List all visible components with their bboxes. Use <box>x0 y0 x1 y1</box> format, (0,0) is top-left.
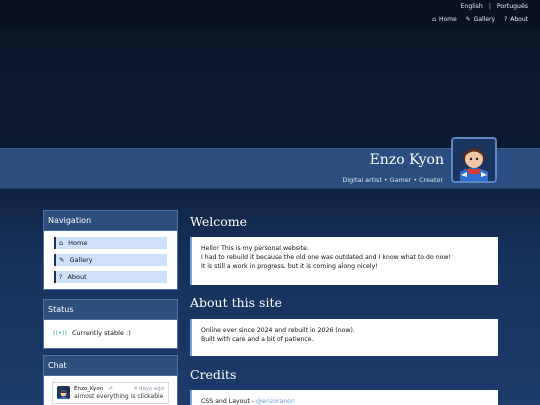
about-title: About this site <box>190 295 282 310</box>
link-icon: ⇗ <box>108 386 113 392</box>
top-nav: ⌂ Home ✎ Gallery ? About <box>432 16 528 23</box>
chat-username[interactable]: Enzo_Kyon <box>74 386 103 392</box>
chat-message: Enzo_Kyon ⇗ 4 days ago almost everything… <box>52 382 169 404</box>
credits-title: Credits <box>190 367 237 382</box>
top-nav-home[interactable]: ⌂ Home <box>432 16 457 23</box>
chat-title: Chat <box>44 356 177 376</box>
about-card: Online ever since 2024 and rebuilt in 20… <box>190 319 498 356</box>
credits-card: CSS and Layout - @enzoranon <box>190 390 498 405</box>
site-subtitle: Digital artist • Gamer • Creator <box>342 176 443 184</box>
sidebar-item-label: Home <box>68 239 88 247</box>
status-title: Status <box>44 300 177 320</box>
status-text: Currently stable :) <box>71 329 131 337</box>
top-nav-home-label: Home <box>438 16 457 23</box>
question-icon: ? <box>59 273 63 281</box>
status-panel: Status ((•)) Currently stable :) <box>43 299 178 349</box>
sidebar-item-gallery[interactable]: ✎ Gallery <box>54 254 167 266</box>
language-separator: | <box>488 3 491 10</box>
chat-meta: Enzo_Kyon ⇗ 4 days ago <box>74 386 164 392</box>
chat-text: almost everything is clickable <box>74 393 164 400</box>
credits-link[interactable]: @enzoranon <box>256 398 295 405</box>
signal-icon: ((•)) <box>53 329 67 337</box>
welcome-line-3: It is still a work in progress, but it i… <box>201 263 378 270</box>
navigation-panel: Navigation ⌂ Home ✎ Gallery ? About <box>43 210 178 290</box>
sidebar-item-home[interactable]: ⌂ Home <box>54 237 167 249</box>
brush-icon: ✎ <box>59 256 65 264</box>
avatar-image <box>453 139 495 181</box>
language-switcher: English | Português <box>460 3 528 10</box>
top-nav-about[interactable]: ? About <box>504 16 528 23</box>
welcome-card: Hello! This is my personal website. I ha… <box>190 237 498 285</box>
welcome-title: Welcome <box>190 214 248 229</box>
language-english[interactable]: English <box>460 3 482 10</box>
chat-body: Enzo_Kyon ⇗ 4 days ago almost everything… <box>44 376 177 405</box>
navigation-list: ⌂ Home ✎ Gallery ? About <box>44 231 177 289</box>
brush-icon: ✎ <box>465 16 471 23</box>
welcome-line-1: Hello! This is my personal website. <box>201 245 309 252</box>
navigation-title: Navigation <box>44 211 177 231</box>
avatar <box>451 137 497 183</box>
home-icon: ⌂ <box>432 16 436 23</box>
home-icon: ⌂ <box>59 239 64 247</box>
welcome-line-2: I had to rebuild it because the old one … <box>201 254 451 261</box>
chat-avatar <box>57 386 70 399</box>
chat-timestamp: 4 days ago <box>133 386 164 392</box>
site-title: Enzo Kyon <box>369 152 444 168</box>
about-line-1: Online ever since 2024 and rebuilt in 20… <box>201 327 355 334</box>
top-bar: English | Português ⌂ Home ✎ Gallery ? A… <box>0 0 540 27</box>
credits-line: CSS and Layout - @enzoranon <box>201 398 295 405</box>
chat-panel: Chat Enzo_Kyon ⇗ 4 days ago almost every… <box>43 355 178 405</box>
sidebar-item-label: Gallery <box>69 256 93 264</box>
question-icon: ? <box>504 16 508 23</box>
about-line-2: Built with care and a bit of patience. <box>201 336 314 343</box>
sidebar-item-about[interactable]: ? About <box>54 271 167 283</box>
sidebar-item-label: About <box>67 273 87 281</box>
language-portuguese[interactable]: Português <box>497 3 528 10</box>
credits-label: CSS and Layout <box>201 398 250 405</box>
top-nav-gallery[interactable]: ✎ Gallery <box>466 16 495 23</box>
top-nav-gallery-label: Gallery <box>473 16 496 23</box>
status-body: ((•)) Currently stable :) <box>44 320 177 346</box>
top-nav-about-label: About <box>510 16 528 23</box>
